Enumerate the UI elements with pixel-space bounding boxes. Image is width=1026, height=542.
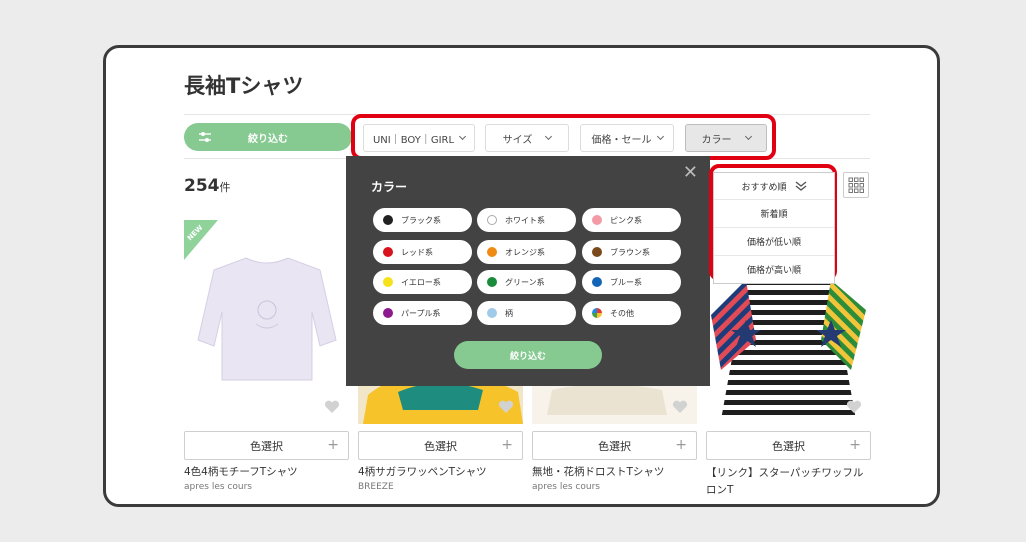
plus-icon: + (501, 437, 513, 453)
sort-option-price-high[interactable]: 価格が高い順 (714, 255, 834, 283)
color-option-label: オレンジ系 (505, 247, 545, 257)
product-name[interactable]: 【リンク】スターパッチワッフルロンT (706, 465, 868, 499)
color-select-button[interactable]: 色選択 + (706, 431, 871, 460)
color-option-1[interactable]: ホワイト系 (477, 208, 576, 232)
color-swatch-icon (487, 308, 497, 318)
color-select-label: 色選択 (424, 439, 457, 453)
sort-option-price-low[interactable]: 価格が低い順 (714, 227, 834, 255)
product-name[interactable]: 無地・花柄ドロストTシャツ (532, 465, 697, 480)
sort-option-newest[interactable]: 新着順 (714, 199, 834, 227)
tshirt-lavender-image (184, 220, 337, 381)
color-swatch-icon (592, 247, 602, 257)
product-brand: apres les cours (532, 482, 600, 492)
color-select-label: 色選択 (250, 439, 283, 453)
color-option-8[interactable]: ブルー系 (582, 270, 681, 294)
product-brand: apres les cours (184, 482, 252, 492)
color-select-label: 色選択 (598, 439, 631, 453)
color-select-label: 色選択 (772, 439, 805, 453)
plus-icon: + (849, 437, 861, 453)
grid-icon (848, 177, 864, 193)
grid-view-toggle[interactable] (843, 172, 869, 198)
color-swatch-icon (592, 308, 602, 318)
color-option-label: ブラウン系 (610, 247, 650, 257)
color-option-10[interactable]: 柄 (477, 301, 576, 325)
color-swatch-icon (383, 215, 393, 225)
color-swatch-icon (592, 277, 602, 287)
gender-dropdown[interactable]: UNI｜BOY｜GIRL (363, 124, 475, 152)
color-option-7[interactable]: グリーン系 (477, 270, 576, 294)
chevron-down-icon (545, 132, 553, 141)
color-option-5[interactable]: ブラウン系 (582, 240, 681, 264)
color-swatch-icon (592, 215, 602, 225)
color-swatch-icon (383, 247, 393, 257)
chevron-down-icon (656, 132, 664, 141)
color-swatch-icon (487, 277, 497, 287)
color-option-label: ホワイト系 (505, 215, 545, 225)
product-brand: BREEZE (358, 482, 394, 492)
favorite-heart-icon[interactable] (498, 400, 514, 414)
color-option-6[interactable]: イエロー系 (373, 270, 472, 294)
color-option-label: パープル系 (401, 308, 441, 318)
color-select-button[interactable]: 色選択 + (358, 431, 523, 460)
color-swatch-icon (383, 308, 393, 318)
size-dropdown[interactable]: サイズ (485, 124, 569, 152)
favorite-heart-icon[interactable] (846, 400, 862, 414)
color-option-4[interactable]: オレンジ系 (477, 240, 576, 264)
price-sale-dropdown[interactable]: 価格・セール (580, 124, 674, 152)
color-option-0[interactable]: ブラック系 (373, 208, 472, 232)
product-name[interactable]: 4色4柄モチーフTシャツ (184, 465, 349, 480)
app-frame: 長袖Tシャツ 絞り込む UNI｜BOY｜GIRL サイズ 価格・セール カラー … (103, 45, 940, 507)
color-swatch-icon (383, 277, 393, 287)
color-option-label: ブルー系 (610, 277, 642, 287)
color-option-9[interactable]: パープル系 (373, 301, 472, 325)
color-select-button[interactable]: 色選択 + (532, 431, 697, 460)
color-option-3[interactable]: レッド系 (373, 240, 472, 264)
price-dropdown-label: 価格・セール (591, 134, 652, 146)
favorite-heart-icon[interactable] (672, 400, 688, 414)
sort-dropdown[interactable]: おすすめ順 新着順 価格が低い順 価格が高い順 (713, 172, 835, 284)
color-option-label: ピンク系 (610, 215, 642, 225)
filter-button[interactable]: 絞り込む (184, 123, 352, 151)
filter-button-label: 絞り込む (248, 133, 288, 145)
color-panel-title: カラー (371, 180, 408, 194)
result-count: 254件 (184, 176, 231, 196)
close-icon[interactable]: ✕ (683, 162, 698, 183)
color-filter-panel: カラー ✕ ブラック系 ホワイト系 ピンク系レッド系 オレンジ系 ブラウン系イエロー系 グ… (346, 156, 710, 386)
color-option-2[interactable]: ピンク系 (582, 208, 681, 232)
color-option-label: グリーン系 (505, 277, 545, 287)
favorite-heart-icon[interactable] (324, 400, 340, 414)
filter-sliders-icon (199, 132, 211, 142)
plus-icon: + (327, 437, 339, 453)
sort-current[interactable]: おすすめ順 (714, 173, 834, 199)
color-option-label: レッド系 (401, 247, 433, 257)
result-count-unit: 件 (219, 181, 231, 194)
color-swatch-icon (487, 247, 497, 257)
sort-current-label: おすすめ順 (741, 182, 787, 193)
gender-dropdown-label: UNI｜BOY｜GIRL (372, 134, 455, 146)
color-option-label: 柄 (505, 308, 513, 318)
color-select-button[interactable]: 色選択 + (184, 431, 349, 460)
plus-icon: + (675, 437, 687, 453)
product-name[interactable]: 4柄サガラワッペンTシャツ (358, 465, 523, 480)
chevron-down-icon (744, 132, 752, 141)
color-option-label: ブラック系 (401, 215, 441, 225)
double-chevron-down-icon (795, 181, 806, 191)
result-count-number: 254 (184, 176, 220, 196)
page-title: 長袖Tシャツ (184, 74, 304, 98)
color-swatch-icon (487, 215, 497, 225)
color-dropdown-label: カラー (701, 134, 732, 146)
size-dropdown-label: サイズ (502, 134, 533, 146)
color-dropdown[interactable]: カラー (685, 124, 767, 152)
color-option-label: イエロー系 (401, 277, 441, 287)
chevron-down-icon (459, 132, 467, 141)
color-option-11[interactable]: その他 (582, 301, 681, 325)
apply-filter-button[interactable]: 絞り込む (454, 341, 602, 369)
product-image[interactable]: NEW (184, 220, 349, 424)
color-option-label: その他 (610, 308, 634, 318)
